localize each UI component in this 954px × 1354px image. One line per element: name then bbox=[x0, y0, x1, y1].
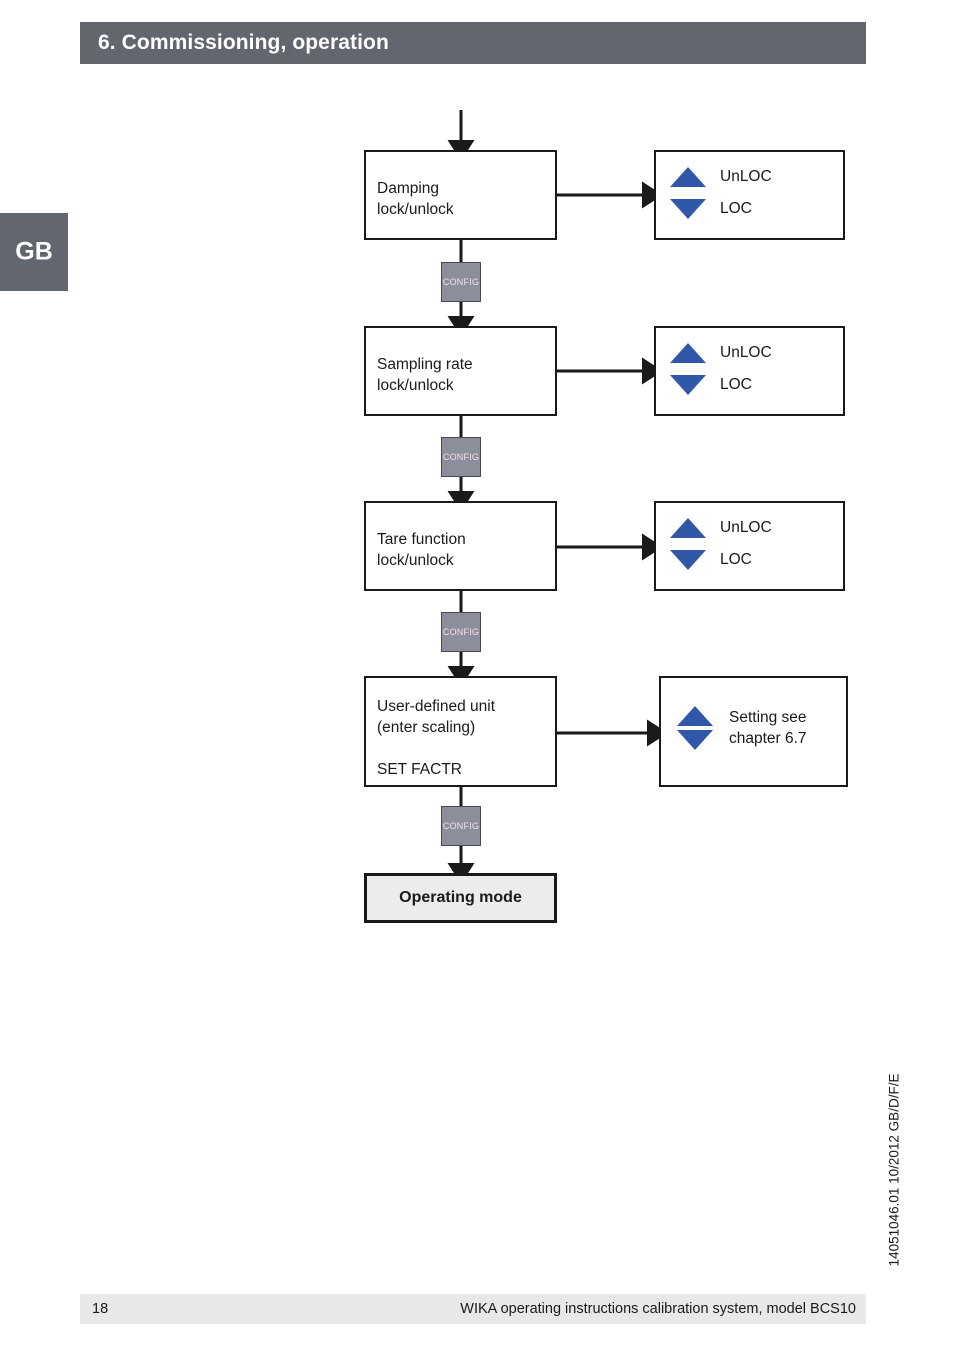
option-label-loc: LOC bbox=[720, 376, 752, 393]
option-row-unloc[interactable]: UnLOC bbox=[670, 342, 772, 363]
option-box-damping: UnLOC LOC bbox=[654, 150, 845, 240]
option-row-setting-reference[interactable]: Setting see chapter 6.7 bbox=[677, 706, 807, 750]
config-button-2[interactable]: CONFIG bbox=[441, 437, 481, 477]
option-row-loc[interactable]: LOC bbox=[670, 549, 752, 570]
triangle-up-icon bbox=[670, 166, 706, 187]
footer-page-number: 18 bbox=[92, 1301, 109, 1317]
flow-box-user-defined-unit[interactable]: User-defined unit (enter scaling) SET FA… bbox=[364, 676, 557, 787]
option-row-loc[interactable]: LOC bbox=[670, 198, 752, 219]
option-label-unloc: UnLOC bbox=[720, 168, 772, 185]
config-button-1[interactable]: CONFIG bbox=[441, 262, 481, 302]
option-label-loc: LOC bbox=[720, 200, 752, 217]
triangle-up-icon bbox=[677, 706, 713, 726]
flow-box-operating-mode[interactable]: Operating mode bbox=[364, 873, 557, 923]
footer-document-title: WIKA operating instructions calibration … bbox=[460, 1301, 856, 1317]
flow-box-damping-label: Damping lock/unlock bbox=[377, 180, 454, 218]
triangle-down-icon bbox=[670, 549, 706, 570]
option-label-setting-reference: Setting see chapter 6.7 bbox=[729, 709, 807, 747]
triangle-up-icon bbox=[670, 342, 706, 363]
config-button-label: CONFIG bbox=[442, 277, 480, 287]
flow-box-damping[interactable]: Damping lock/unlock bbox=[364, 150, 557, 240]
triangle-down-icon bbox=[670, 374, 706, 395]
document-code-text: 14051046.01 10/2012 GB/D/F/E bbox=[886, 1073, 902, 1267]
option-box-tare-function: UnLOC LOC bbox=[654, 501, 845, 591]
flow-box-user-defined-unit-code: SET FACTR bbox=[377, 761, 462, 778]
page-footer-bar: 18 WIKA operating instructions calibrati… bbox=[80, 1294, 866, 1324]
option-row-unloc[interactable]: UnLOC bbox=[670, 166, 772, 187]
option-label-unloc: UnLOC bbox=[720, 519, 772, 536]
option-box-user-defined-unit: Setting see chapter 6.7 bbox=[659, 676, 848, 787]
flow-box-user-defined-unit-label: User-defined unit (enter scaling) bbox=[377, 698, 496, 736]
option-box-sampling-rate: UnLOC LOC bbox=[654, 326, 845, 416]
config-button-3[interactable]: CONFIG bbox=[441, 612, 481, 652]
triangle-stack-icon bbox=[677, 706, 713, 750]
flow-box-tare-function[interactable]: Tare function lock/unlock bbox=[364, 501, 557, 591]
triangle-down-icon bbox=[670, 198, 706, 219]
config-button-label: CONFIG bbox=[442, 821, 480, 831]
config-button-label: CONFIG bbox=[442, 452, 480, 462]
option-label-unloc: UnLOC bbox=[720, 344, 772, 361]
option-label-loc: LOC bbox=[720, 551, 752, 568]
option-row-loc[interactable]: LOC bbox=[670, 374, 752, 395]
document-code: 14051046.01 10/2012 GB/D/F/E bbox=[882, 1040, 906, 1300]
triangle-up-icon bbox=[670, 517, 706, 538]
triangle-down-icon bbox=[677, 730, 713, 750]
flow-box-tare-function-label: Tare function lock/unlock bbox=[377, 531, 466, 569]
option-row-unloc[interactable]: UnLOC bbox=[670, 517, 772, 538]
flow-box-sampling-rate[interactable]: Sampling rate lock/unlock bbox=[364, 326, 557, 416]
flow-box-sampling-rate-label: Sampling rate lock/unlock bbox=[377, 356, 473, 394]
config-button-label: CONFIG bbox=[442, 627, 480, 637]
flow-box-operating-mode-label: Operating mode bbox=[399, 889, 522, 906]
config-button-4[interactable]: CONFIG bbox=[441, 806, 481, 846]
flowchart: Damping lock/unlock UnLOC LOC CONFIG Sam… bbox=[0, 0, 954, 1354]
